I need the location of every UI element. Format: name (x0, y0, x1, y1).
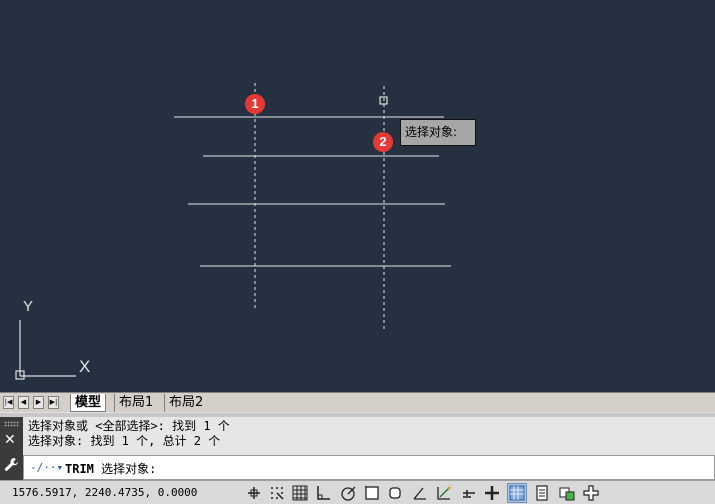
ucs-y-label: Y (23, 298, 34, 315)
command-history-line-1: 选择对象或 <全部选择>: 找到 1 个 (28, 419, 230, 433)
tab-layout1[interactable]: 布局1 (114, 394, 157, 412)
selection-tooltip: 选择对象: (400, 119, 476, 146)
grid-display-icon[interactable] (290, 483, 310, 503)
marker-1-badge: 1 (245, 94, 265, 114)
tab-model[interactable]: 模型 (70, 394, 107, 412)
close-icon[interactable]: ✕ (4, 433, 16, 447)
last-tab-button[interactable]: ▶| (48, 396, 59, 409)
grip-icon[interactable] (4, 421, 19, 427)
command-window-handle[interactable]: ✕ (0, 417, 23, 480)
annotation-monitor-icon[interactable] (581, 483, 601, 503)
transparency-icon[interactable] (507, 483, 527, 503)
dynamic-ucs-icon[interactable] (434, 483, 454, 503)
lineweight-icon[interactable] (482, 483, 502, 503)
prev-tab-button[interactable]: ◀ (18, 396, 29, 409)
ucs-x-label: X (79, 357, 91, 376)
snap-mode-icon[interactable] (267, 483, 287, 503)
dynamic-input-icon[interactable] (459, 483, 479, 503)
drawing-canvas[interactable] (0, 0, 715, 392)
ortho-mode-icon[interactable] (313, 483, 333, 503)
quick-properties-icon[interactable] (532, 483, 552, 503)
command-window: ✕ 选择对象或 <全部选择>: 找到 1 个 选择对象: 找到 1 个, 总计 … (0, 417, 715, 480)
3d-object-snap-icon[interactable] (385, 483, 405, 503)
polar-tracking-icon[interactable] (339, 483, 359, 503)
object-snap-tracking-icon[interactable] (410, 483, 430, 503)
command-line-icon[interactable]: -/··▾ (30, 461, 63, 474)
status-bar: 1576.5917, 2240.4735, 0.0000 (0, 480, 715, 504)
command-history-line-2: 选择对象: 找到 1 个, 总计 2 个 (28, 434, 221, 448)
current-command: TRIM (65, 462, 94, 476)
first-tab-button[interactable]: |◀ (3, 396, 14, 409)
layout-tab-bar: |◀ ◀ ▶ ▶| 模型 布局1 布局2 (0, 392, 715, 412)
command-prompt-text: TRIM 选择对象: (65, 460, 156, 477)
selection-cycling-icon[interactable] (557, 483, 577, 503)
ucs-icon (15, 320, 76, 380)
drawing-area[interactable]: 选择对象: 1 2 Y X (0, 0, 715, 392)
wrench-icon[interactable] (4, 457, 19, 472)
infer-constraints-icon[interactable] (244, 483, 264, 503)
next-tab-button[interactable]: ▶ (33, 396, 44, 409)
object-snap-icon[interactable] (362, 483, 382, 503)
coordinate-display[interactable]: 1576.5917, 2240.4735, 0.0000 (0, 482, 238, 504)
tab-layout2[interactable]: 布局2 (164, 394, 207, 412)
command-prompt: 选择对象: (101, 462, 157, 476)
marker-2-badge: 2 (373, 132, 393, 152)
command-input[interactable]: -/··▾ TRIM 选择对象: (23, 455, 715, 480)
